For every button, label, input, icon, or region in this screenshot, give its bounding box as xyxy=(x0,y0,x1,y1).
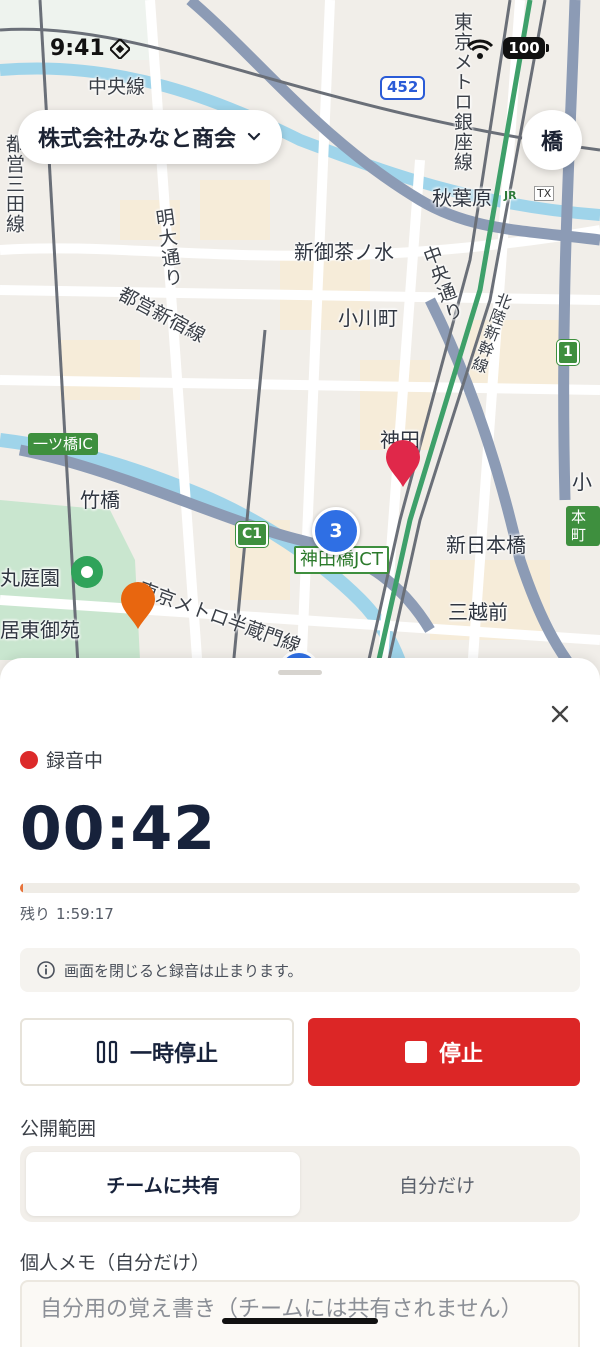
map-label-kokyo: 居東御苑 xyxy=(0,618,80,642)
company-name: 株式会社みなと商会 xyxy=(38,127,237,152)
home-indicator[interactable] xyxy=(222,1318,378,1324)
wifi-icon xyxy=(466,39,494,59)
recording-dot-icon xyxy=(20,750,38,769)
recording-status-label: 録音中 xyxy=(46,750,104,772)
remaining-value: 1:59:17 xyxy=(56,905,114,923)
map-label-shin-nihombashi[interactable]: 新日本橋 xyxy=(446,535,526,555)
visibility-label: 公開範囲 xyxy=(20,1118,97,1140)
tx-icon: TX xyxy=(534,186,555,201)
close-warning-text: 画面を閉じると録音は止まります。 xyxy=(64,961,303,980)
sheet-grabber[interactable] xyxy=(278,670,322,675)
memo-label: 個人メモ（自分だけ） xyxy=(20,1252,211,1274)
c1-route-shield: C1 xyxy=(236,522,269,547)
map-label-akihabara[interactable]: 秋葉原 xyxy=(432,188,492,208)
company-selector[interactable]: 株式会社みなと商会 xyxy=(18,110,283,164)
location-cluster[interactable]: 3 xyxy=(312,507,360,555)
recording-progress-fill xyxy=(20,883,24,893)
status-bar: 9:41 100 xyxy=(0,30,600,66)
stop-button[interactable]: 停止 xyxy=(308,1018,580,1086)
battery-indicator: 100 xyxy=(503,37,549,59)
pause-button-label: 一時停止 xyxy=(129,1042,218,1067)
recording-progress-bar xyxy=(20,883,580,893)
bridge-filter-button[interactable]: 橋 xyxy=(522,110,582,170)
visibility-option-private[interactable]: 自分だけ xyxy=(300,1152,574,1216)
visibility-segmented-control: チームに共有 自分だけ xyxy=(20,1146,580,1222)
close-warning-notice: 画面を閉じると録音は止まります。 xyxy=(20,948,580,992)
route-452-badge: 452 xyxy=(380,76,426,100)
remaining-time: 残り 1:59:17 xyxy=(20,903,114,924)
clock: 9:41 xyxy=(50,36,105,61)
recording-status: 録音中 xyxy=(20,746,103,773)
chevron-down-icon xyxy=(247,132,261,141)
stop-button-label: 停止 xyxy=(438,1042,483,1067)
pause-button[interactable]: 一時停止 xyxy=(20,1018,294,1086)
stop-icon xyxy=(404,1041,427,1063)
map-view[interactable]: 中央線 452 秋葉原 JR TX 新御茶ノ水 小川町 神田 新日本橋 三越前 … xyxy=(0,0,600,700)
close-icon[interactable] xyxy=(546,700,574,728)
info-icon xyxy=(37,961,55,979)
map-label-chuo-line: 中央線 xyxy=(88,76,146,98)
red-location-pin[interactable] xyxy=(385,440,421,488)
park-icon xyxy=(71,556,103,588)
map-label-takebashi[interactable]: 竹橋 xyxy=(80,490,120,510)
hitotsubashi-ic-label: 一ツ橋IC xyxy=(28,433,98,455)
map-label-ogawamachi[interactable]: 小川町 xyxy=(338,308,398,328)
map-label-mitsukoshimae[interactable]: 三越前 xyxy=(448,602,508,622)
personal-memo-field[interactable]: 自分用の覚え書き（チームには共有されません） xyxy=(20,1280,580,1347)
orange-location-pin[interactable] xyxy=(120,582,156,630)
honcho-label: 本町 xyxy=(566,506,600,546)
route-1-shield: 1 xyxy=(557,340,579,365)
map-label-shin-ochanomizu[interactable]: 新御茶ノ水 xyxy=(294,242,394,262)
visibility-option-team[interactable]: チームに共有 xyxy=(26,1152,300,1216)
pause-icon xyxy=(96,1040,118,1064)
map-label-garden: 丸庭園 xyxy=(0,566,60,590)
jr-icon: JR xyxy=(504,189,517,202)
recording-timer: 00:42 xyxy=(20,794,216,864)
recording-sheet: 録音中 00:42 残り 1:59:17 画面を閉じると録音は止まります。 一時停… xyxy=(0,658,600,1347)
remaining-label: 残り xyxy=(20,905,51,923)
nfc-icon xyxy=(110,39,130,59)
map-base xyxy=(0,0,600,700)
map-label-ko: 小 xyxy=(572,470,592,494)
